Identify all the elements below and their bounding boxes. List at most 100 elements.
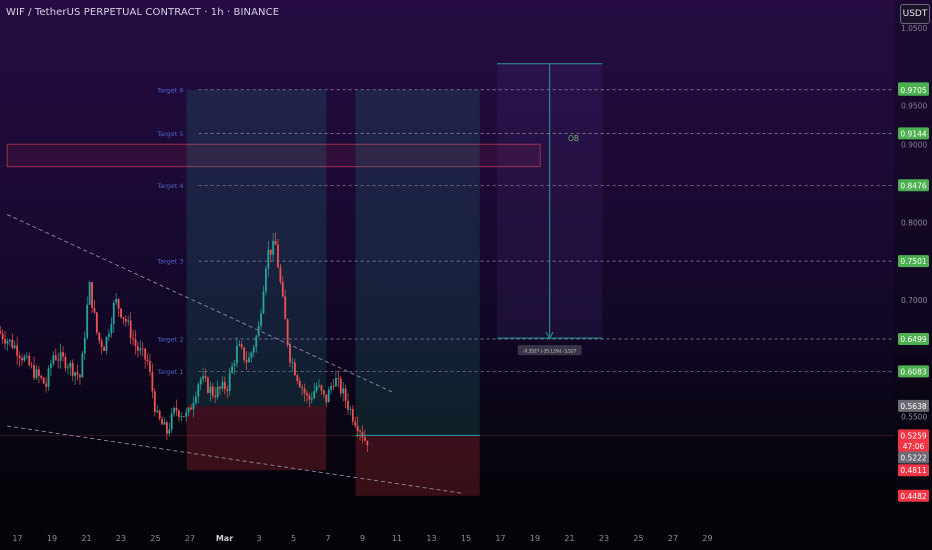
time-tick-label: 17 (12, 534, 22, 543)
candle-body (149, 361, 151, 372)
candle-body (129, 320, 132, 338)
time-tick-label: 21 (564, 534, 574, 543)
candle-body (168, 429, 171, 434)
time-tick-label: 27 (185, 534, 195, 543)
price-label-text: 0.9705 (900, 86, 926, 95)
candle-body (281, 281, 284, 297)
time-tick-label: Mar (216, 534, 233, 543)
candle-body (277, 244, 279, 268)
target-label: Target 1 (156, 368, 183, 376)
candle-body (349, 409, 352, 410)
price-label-text: 0.5222 (900, 453, 926, 462)
candle-body (25, 355, 28, 357)
candle-body (50, 363, 52, 369)
candle-body (221, 381, 224, 389)
candle (42, 377, 45, 384)
candle (151, 363, 154, 399)
price-label: 0.5638 (898, 399, 929, 412)
candle-body (211, 386, 214, 396)
candle (347, 393, 349, 415)
candle-body (228, 373, 231, 391)
time-tick-label: 13 (426, 534, 436, 543)
position-profit-zone (355, 89, 480, 436)
candle (86, 296, 89, 340)
candle (344, 384, 347, 409)
candle-body (293, 362, 296, 376)
candle (54, 348, 57, 361)
price-label: 0.7501 (898, 255, 929, 268)
price-label: 0.6083 (898, 365, 929, 378)
candle (21, 354, 23, 366)
ob-label: OB (568, 134, 579, 143)
candle-body (243, 347, 246, 361)
candle-body (313, 391, 316, 399)
candle-body (30, 365, 33, 366)
price-chart[interactable]: -0.3527 (-35.13%) -3,527 OB Target 6 Targe… (0, 0, 932, 550)
candle-body (103, 346, 105, 351)
candle (4, 330, 6, 350)
candle-body (132, 337, 134, 340)
time-tick-label: 25 (633, 534, 643, 543)
candle (79, 373, 81, 385)
candle (64, 353, 67, 372)
candle (129, 312, 132, 345)
currency-selector-button[interactable]: USDT (900, 4, 930, 24)
candle-body (59, 352, 62, 361)
candle-body (272, 240, 275, 255)
price-label-text: 0.7501 (900, 257, 926, 266)
candle-body (291, 362, 294, 364)
price-label-text: 0.6083 (900, 367, 926, 376)
candle-body (0, 331, 2, 334)
candle (122, 316, 125, 325)
candle (137, 341, 139, 358)
candle (153, 387, 156, 417)
candle (91, 281, 93, 313)
candle-body (308, 395, 311, 400)
candle (182, 415, 185, 418)
time-tick-label: 15 (461, 534, 471, 543)
candle-body (173, 407, 176, 414)
time-tick-label: 19 (530, 534, 540, 543)
candle-body (134, 339, 137, 347)
candle-body (66, 367, 69, 369)
candle (173, 406, 176, 417)
price-label: 47:06 (898, 439, 929, 452)
time-tick-label: 23 (599, 534, 609, 543)
candle-body (320, 385, 323, 391)
target-label: Target 5 (156, 130, 183, 138)
candle-body (257, 325, 260, 337)
candle-body (4, 339, 6, 344)
candle-body (279, 267, 282, 282)
time-tick-label: 19 (47, 534, 57, 543)
candle-body (197, 384, 200, 397)
candle (57, 352, 60, 369)
candle-body (156, 410, 159, 413)
candle-body (28, 355, 31, 366)
candle (62, 346, 64, 362)
candle-body (269, 249, 272, 255)
candle-body (52, 355, 55, 364)
price-tick-label: 0.7000 (901, 296, 927, 305)
candle-body (153, 391, 156, 413)
candle (11, 333, 14, 350)
price-label: 0.8476 (898, 179, 929, 192)
candle (105, 336, 108, 355)
candle-body (351, 409, 354, 422)
candle-body (318, 385, 320, 387)
candle-body (64, 356, 67, 369)
candle (144, 348, 147, 369)
candle-body (163, 422, 166, 425)
candle-body (45, 383, 48, 387)
candle (108, 329, 110, 342)
candle-body (9, 339, 11, 342)
candle-body (79, 374, 81, 378)
price-label: 0.9144 (898, 127, 929, 140)
candle-body (33, 365, 35, 378)
candle-body (199, 379, 202, 385)
candle-body (23, 356, 26, 361)
candle-body (192, 402, 195, 410)
candle (163, 417, 166, 425)
candle-body (137, 346, 139, 351)
candle-body (296, 375, 299, 381)
candle-body (86, 304, 89, 338)
